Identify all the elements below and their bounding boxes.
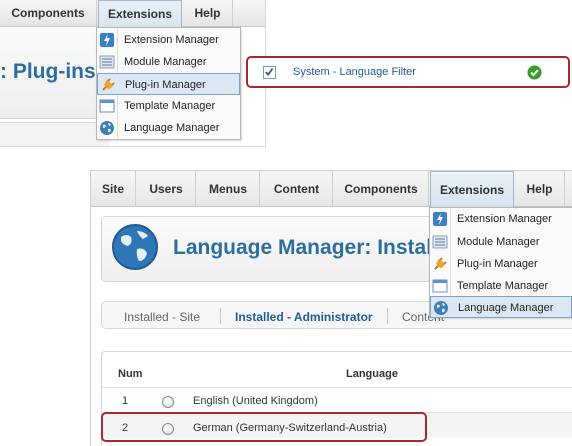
admin-menubar: Components Extensions Help	[0, 0, 265, 27]
menu-content[interactable]: Content	[261, 171, 333, 207]
menu-item-label: Language Manager	[458, 302, 554, 314]
menu-extensions[interactable]: Extensions	[430, 171, 514, 207]
menu-users[interactable]: Users	[137, 171, 196, 207]
menu-item-language-manager[interactable]: Language Manager	[97, 117, 240, 139]
menu-components[interactable]: Components	[334, 171, 429, 207]
template-icon	[432, 279, 448, 293]
menu-item-template-manager[interactable]: Template Manager	[97, 95, 240, 117]
enabled-check-icon[interactable]	[527, 65, 542, 80]
extensions-dropdown: Extension Manager Module Manager Plug-in…	[96, 27, 241, 140]
menu-item-plugin-manager[interactable]: Plug-in Manager	[430, 253, 572, 275]
menu-item-extension-manager[interactable]: Extension Manager	[97, 29, 240, 51]
menu-item-label: Plug-in Manager	[457, 258, 538, 270]
plug-icon	[102, 78, 115, 91]
sub-toolbar	[0, 122, 110, 146]
plug-icon	[434, 257, 447, 270]
globe-icon	[112, 224, 158, 270]
menu-item-label: Module Manager	[457, 236, 540, 248]
menu-site[interactable]: Site	[91, 171, 136, 207]
tab-installed-site[interactable]: Installed - Site	[124, 310, 200, 324]
row-num: 1	[122, 395, 129, 407]
page-title: : Plug-ins	[0, 60, 96, 83]
lightning-icon	[433, 212, 447, 226]
menu-item-language-manager[interactable]: Language Manager	[430, 296, 572, 318]
plugin-name-link[interactable]: System - Language Filter	[293, 66, 416, 78]
menu-item-template-manager[interactable]: Template Manager	[430, 275, 572, 297]
menu-extensions[interactable]: Extensions	[98, 0, 182, 27]
admin-menubar: Site Users Menus Content Components Exte…	[91, 171, 572, 207]
tab-installed-administrator[interactable]: Installed - Administrator	[235, 310, 373, 324]
german-row-callout	[101, 412, 427, 442]
menu-item-extension-manager[interactable]: Extension Manager	[430, 208, 572, 230]
menu-menus[interactable]: Menus	[197, 171, 260, 207]
menu-components[interactable]: Components	[0, 0, 97, 27]
lightning-icon	[100, 33, 114, 47]
module-list-icon	[99, 55, 115, 69]
tab-divider	[387, 308, 388, 324]
menu-item-module-manager[interactable]: Module Manager	[97, 51, 240, 73]
row-language: English (United Kingdom)	[193, 395, 318, 407]
row-radio[interactable]	[162, 396, 174, 408]
globe-icon	[100, 121, 114, 135]
column-header-language[interactable]: Language	[346, 368, 398, 380]
menu-item-label: Extension Manager	[457, 213, 552, 225]
checkmark-icon	[265, 68, 274, 76]
menu-item-plugin-manager[interactable]: Plug-in Manager	[97, 73, 240, 95]
plugin-checkbox[interactable]	[263, 66, 276, 79]
language-manager-screenshot-panel: Site Users Menus Content Components Exte…	[90, 170, 572, 446]
column-header-num[interactable]: Num	[118, 368, 142, 380]
menu-item-label: Module Manager	[124, 56, 207, 68]
plugin-row-callout: System - Language Filter	[246, 56, 570, 88]
extensions-dropdown: Extension Manager Module Manager Plug-in…	[429, 207, 572, 318]
template-icon	[99, 99, 115, 113]
menu-item-label: Template Manager	[124, 100, 216, 112]
tab-divider	[220, 308, 221, 324]
menu-item-module-manager[interactable]: Module Manager	[430, 231, 572, 253]
menu-item-label: Language Manager	[124, 122, 220, 134]
menu-help[interactable]: Help	[183, 0, 233, 27]
module-list-icon	[432, 235, 448, 249]
page-title: Language Manager: Instal	[173, 236, 433, 259]
globe-icon	[434, 301, 448, 315]
plugin-manager-screenshot-panel: Components Extensions Help : Plug-ins Ex…	[0, 0, 266, 147]
menu-help[interactable]: Help	[515, 171, 565, 207]
menu-item-label: Template Manager	[457, 280, 549, 292]
menu-item-label: Extension Manager	[124, 34, 219, 46]
menu-item-label: Plug-in Manager	[125, 79, 206, 91]
